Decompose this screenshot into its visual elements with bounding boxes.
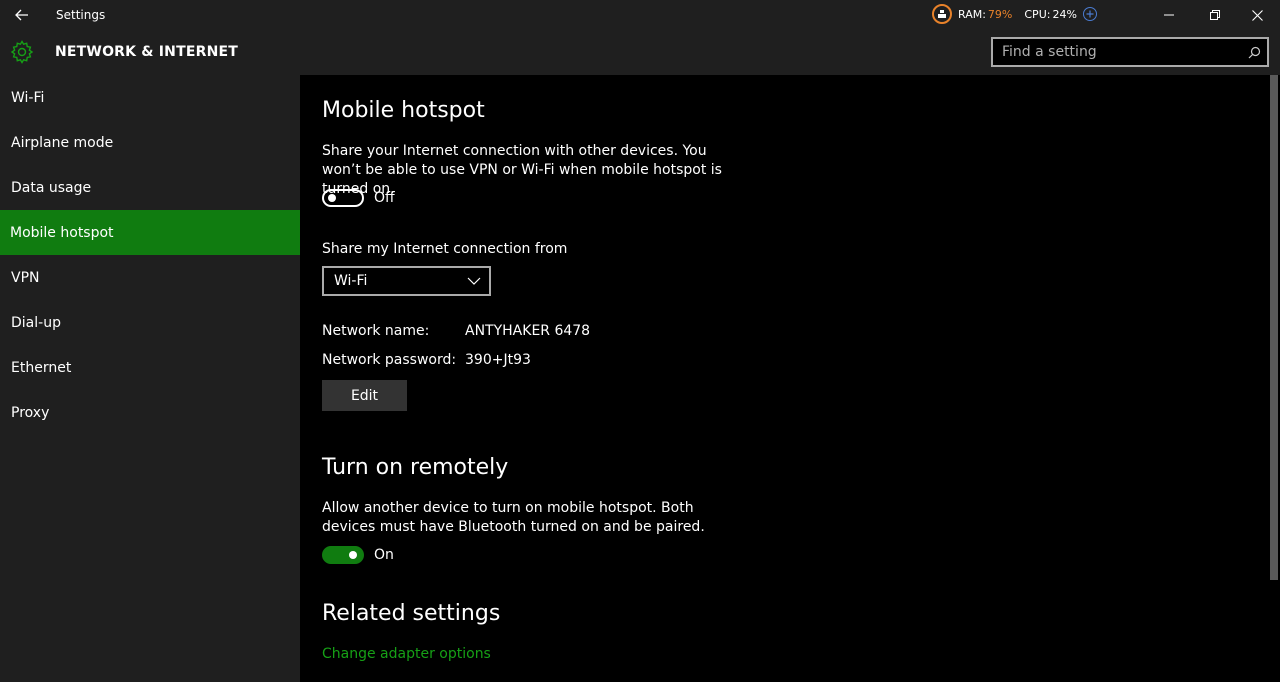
share-from-selected: Wi-Fi	[334, 273, 368, 289]
section-title: NETWORK & INTERNET	[55, 44, 239, 60]
sidebar: Wi-Fi Airplane mode Data usage Mobile ho…	[0, 75, 300, 682]
hotspot-toggle[interactable]	[322, 189, 364, 207]
gear-icon	[10, 40, 34, 64]
scrollbar-thumb[interactable]	[1270, 75, 1278, 580]
system-monitor-widget[interactable]: RAM: 79% CPU: 24%	[932, 4, 1097, 24]
cpu-value: 24%	[1052, 7, 1077, 21]
network-name-value: ANTYHAKER 6478	[465, 323, 591, 339]
related-settings-title: Related settings	[322, 601, 501, 626]
restore-button[interactable]	[1192, 0, 1238, 30]
plus-icon[interactable]	[1082, 7, 1097, 21]
change-adapter-options-link[interactable]: Change adapter options	[322, 646, 491, 662]
hotspot-title: Mobile hotspot	[322, 98, 485, 123]
minimize-button[interactable]	[1146, 0, 1192, 30]
ram-label: RAM:	[958, 7, 986, 21]
sidebar-item-proxy[interactable]: Proxy	[0, 390, 300, 435]
minimize-icon	[1164, 14, 1174, 16]
network-password-label: Network password:	[322, 352, 457, 368]
remote-toggle[interactable]	[322, 546, 364, 564]
toggle-knob	[328, 194, 336, 202]
cpu-label: CPU:	[1024, 7, 1051, 21]
scrollbar[interactable]	[1268, 75, 1280, 682]
toggle-knob	[349, 551, 357, 559]
chevron-down-icon	[467, 277, 481, 285]
sidebar-item-dial-up[interactable]: Dial-up	[0, 300, 300, 345]
edit-button[interactable]: Edit	[322, 380, 407, 411]
close-button[interactable]	[1234, 0, 1280, 30]
close-icon	[1251, 9, 1263, 21]
network-name-label: Network name:	[322, 323, 430, 339]
restore-icon	[1210, 10, 1220, 20]
search-input[interactable]	[993, 39, 1241, 65]
sidebar-item-ethernet[interactable]: Ethernet	[0, 345, 300, 390]
back-button[interactable]	[8, 3, 36, 27]
search-box[interactable]	[991, 37, 1269, 67]
remote-title: Turn on remotely	[322, 455, 509, 480]
share-from-dropdown[interactable]: Wi-Fi	[322, 266, 491, 296]
sidebar-item-wifi[interactable]: Wi-Fi	[0, 75, 300, 120]
app-title: Settings	[56, 8, 106, 22]
page-header: NETWORK & INTERNET	[0, 30, 1280, 75]
remote-description: Allow another device to turn on mobile h…	[322, 500, 705, 535]
main-content: Mobile hotspot Share your Internet conne…	[300, 75, 1268, 682]
title-bar: Settings RAM: 79% CPU: 24%	[0, 0, 1280, 30]
hotspot-toggle-state: Off	[374, 190, 395, 206]
sidebar-item-mobile-hotspot[interactable]: Mobile hotspot	[0, 210, 300, 255]
back-arrow-icon	[15, 9, 28, 21]
remote-toggle-state: On	[374, 547, 394, 563]
system-monitor-icon	[932, 4, 952, 24]
share-from-label: Share my Internet connection from	[322, 241, 568, 257]
search-icon[interactable]	[1241, 39, 1267, 65]
sidebar-item-data-usage[interactable]: Data usage	[0, 165, 300, 210]
network-password-value: 390+Jt93	[465, 352, 531, 368]
sidebar-item-airplane-mode[interactable]: Airplane mode	[0, 120, 300, 165]
ram-value: 79%	[987, 7, 1013, 21]
sidebar-item-vpn[interactable]: VPN	[0, 255, 300, 300]
